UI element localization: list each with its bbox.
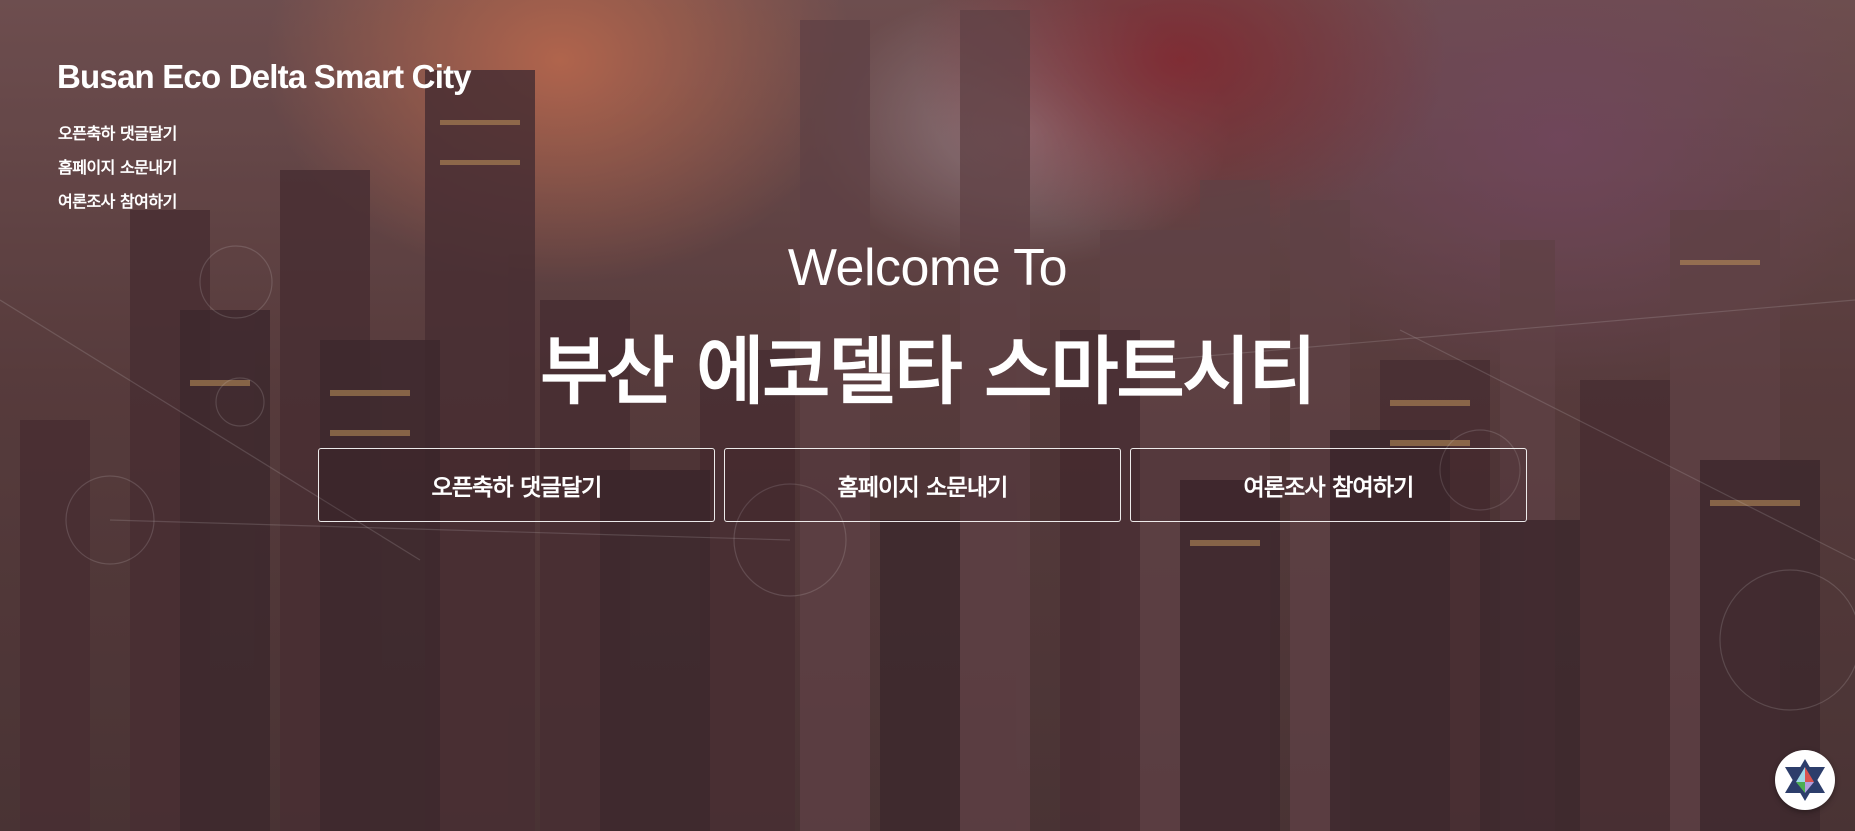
hexagram-logo-icon[interactable] (1775, 750, 1835, 810)
action-buttons: 오픈축하 댓글달기 홈페이지 소문내기 여론조사 참여하기 (318, 448, 1527, 522)
side-nav: 오픈축하 댓글달기 홈페이지 소문내기 여론조사 참여하기 (58, 117, 177, 219)
side-nav-item-comment[interactable]: 오픈축하 댓글달기 (58, 117, 177, 151)
side-nav-item-survey[interactable]: 여론조사 참여하기 (58, 185, 177, 219)
share-button[interactable]: 홈페이지 소문내기 (724, 448, 1121, 522)
side-nav-item-share[interactable]: 홈페이지 소문내기 (58, 151, 177, 185)
brand-title[interactable]: Busan Eco Delta Smart City (57, 58, 472, 96)
hero-title: 부산 에코델타 스마트시티 (540, 329, 1316, 415)
survey-button[interactable]: 여론조사 참여하기 (1130, 448, 1527, 522)
comment-button[interactable]: 오픈축하 댓글달기 (318, 448, 715, 522)
welcome-text: Welcome To (787, 239, 1068, 297)
